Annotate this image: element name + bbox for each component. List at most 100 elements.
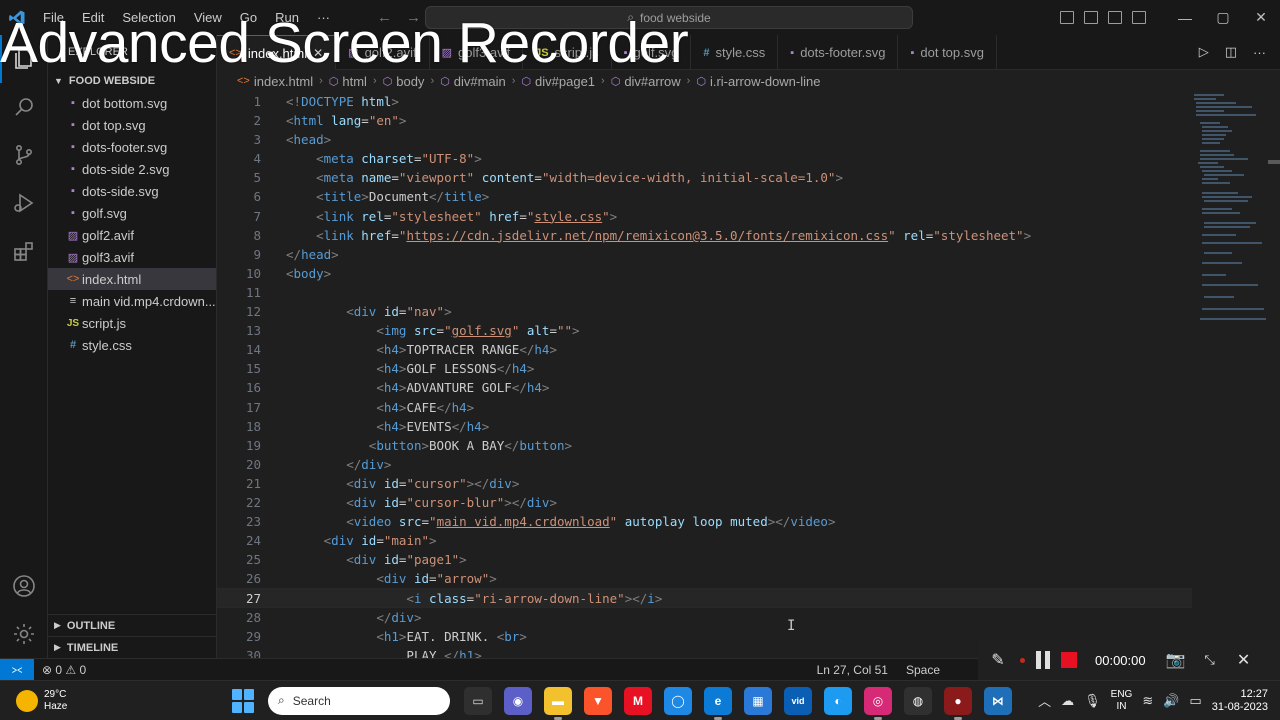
code-line[interactable]: 5 <meta name="viewport" content="width=d… xyxy=(217,168,1192,187)
toggle-panel-icon[interactable] xyxy=(1084,11,1098,24)
code-line[interactable]: 24 <div id="main"> xyxy=(217,531,1192,550)
code-line[interactable]: 21 <div id="cursor"></div> xyxy=(217,474,1192,493)
command-center-search[interactable]: ⌕ food webside xyxy=(425,6,913,29)
code-line[interactable]: 4 <meta charset="UTF-8"> xyxy=(217,149,1192,168)
pause-button[interactable] xyxy=(1035,651,1051,669)
remote-indicator-icon[interactable]: ⪥ xyxy=(0,658,34,681)
minimize-recorder-icon[interactable]: ⤡ xyxy=(1198,648,1222,672)
close-tab-icon[interactable]: ✕ xyxy=(313,46,323,60)
file-item[interactable]: ▪ dots-side.svg xyxy=(48,180,216,202)
cursor-position[interactable]: Ln 27, Col 51 xyxy=(817,663,888,677)
toggle-secondary-sidebar-icon[interactable] xyxy=(1108,11,1122,24)
file-item[interactable]: JS script.js xyxy=(48,312,216,334)
explorer-icon[interactable] xyxy=(0,35,48,83)
onedrive-cloud-icon[interactable]: ☁ xyxy=(1061,693,1074,709)
code-line[interactable]: 10 <body> xyxy=(217,264,1192,283)
run-file-icon[interactable]: ▷ xyxy=(1199,44,1209,60)
code-line[interactable]: 15 <h4>GOLF LESSONS</h4> xyxy=(217,359,1192,378)
close-recorder-icon[interactable]: ✕ xyxy=(1232,648,1256,672)
back-arrow-icon[interactable]: ← xyxy=(377,9,392,26)
breadcrumb-item[interactable]: div#page1 xyxy=(535,74,595,89)
file-item[interactable]: ▪ dot top.svg xyxy=(48,114,216,136)
file-item[interactable]: ▨ golf2.avif xyxy=(48,224,216,246)
forward-arrow-icon[interactable]: → xyxy=(406,9,421,26)
mcafee-icon[interactable]: M xyxy=(624,686,652,715)
timeline-section[interactable]: ▶ TIMELINE xyxy=(48,636,217,658)
file-item[interactable]: ▪ dots-side 2.svg xyxy=(48,158,216,180)
file-item[interactable]: ▪ dot bottom.svg xyxy=(48,92,216,114)
scrollbar-thumb[interactable] xyxy=(1268,160,1280,164)
menu-item[interactable]: ··· xyxy=(308,0,339,35)
code-line[interactable]: 16 <h4>ADVANTURE GOLF</h4> xyxy=(217,378,1192,397)
file-item[interactable]: ≡ main vid.mp4.crdown... xyxy=(48,290,216,312)
code-line[interactable]: 9 </head> xyxy=(217,245,1192,264)
search-icon[interactable] xyxy=(0,83,48,131)
pen-draw-icon[interactable]: ✎ xyxy=(986,648,1010,672)
editor-tab[interactable]: <> index.html ✕ xyxy=(217,35,337,70)
editor-tab[interactable]: ▪ dot top.svg xyxy=(898,35,997,70)
code-line[interactable]: 26 <div id="arrow"> xyxy=(217,569,1192,588)
code-line[interactable]: 2 <html lang="en"> xyxy=(217,111,1192,130)
breadcrumb-item[interactable]: html xyxy=(342,74,367,89)
vidmate-icon[interactable]: vid xyxy=(784,686,812,715)
store-icon[interactable]: ▦ xyxy=(744,686,772,715)
indentation-status[interactable]: Space xyxy=(906,663,940,677)
code-line[interactable]: 13 <img src="golf.svg" alt=""> xyxy=(217,321,1192,340)
menu-item[interactable]: View xyxy=(185,0,231,35)
minimize-button[interactable]: — xyxy=(1166,10,1204,26)
brave-browser-icon[interactable]: ▼ xyxy=(584,686,612,715)
code-line[interactable]: 27 <i class="ri-arrow-down-line"></i> xyxy=(217,588,1192,608)
code-line[interactable]: 8 <link href="https://cdn.jsdelivr.net/n… xyxy=(217,226,1192,245)
file-item[interactable]: ▪ dots-footer.svg xyxy=(48,136,216,158)
breadcrumb-item[interactable]: div#arrow xyxy=(624,74,680,89)
code-line[interactable]: 22 <div id="cursor-blur"></div> xyxy=(217,493,1192,512)
code-line[interactable]: 1 <!DOCTYPE html> xyxy=(217,92,1192,111)
breadcrumb-item[interactable]: div#main xyxy=(454,74,506,89)
instagram-icon[interactable]: ◎ xyxy=(864,686,892,720)
wifi-icon[interactable]: ≋ xyxy=(1142,693,1153,709)
code-line[interactable]: 3 <head> xyxy=(217,130,1192,149)
chevron-up-icon[interactable]: ︿ xyxy=(1038,691,1051,710)
code-line[interactable]: 14 <h4>TOPTRACER RANGE</h4> xyxy=(217,340,1192,359)
file-item[interactable]: # style.css xyxy=(48,334,216,356)
editor-tab[interactable]: ▪ golf.svg xyxy=(612,35,692,70)
manage-gear-icon[interactable] xyxy=(0,610,48,658)
screen-recorder-app-icon[interactable]: ● xyxy=(944,686,972,720)
file-explorer-icon[interactable]: ▬ xyxy=(544,686,572,720)
camera-icon[interactable]: 📷 xyxy=(1164,648,1188,672)
close-window-button[interactable]: ✕ xyxy=(1242,9,1280,26)
code-line[interactable]: 23 <video src="main vid.mp4.crdownload" … xyxy=(217,512,1192,531)
teams-chat-icon[interactable]: ◉ xyxy=(504,686,532,715)
editor-tab[interactable]: ▪ dots-footer.svg xyxy=(778,35,899,70)
code-line[interactable]: 28 </div> xyxy=(217,608,1192,627)
outline-section[interactable]: ▶ OUTLINE xyxy=(48,614,217,636)
toggle-primary-sidebar-icon[interactable] xyxy=(1060,11,1074,24)
accounts-icon[interactable] xyxy=(0,562,48,610)
task-view-icon[interactable]: ▭ xyxy=(464,686,492,715)
breadcrumb-item[interactable]: i.ri-arrow-down-line xyxy=(710,74,821,89)
clock[interactable]: 12:27 31-08-2023 xyxy=(1212,688,1268,714)
browser-app-icon[interactable]: ◐ xyxy=(824,686,852,715)
folder-header[interactable]: ▼ FOOD WEBSIDE xyxy=(48,70,216,92)
menu-item[interactable]: File xyxy=(34,0,73,35)
battery-icon[interactable]: ▭ xyxy=(1189,693,1201,709)
customize-layout-icon[interactable] xyxy=(1132,11,1146,24)
code-line[interactable]: 18 <h4>EVENTS</h4> xyxy=(217,417,1192,436)
extensions-icon[interactable] xyxy=(0,227,48,275)
circle-app-icon[interactable]: ◯ xyxy=(664,686,692,715)
start-button-icon[interactable] xyxy=(232,688,256,713)
code-line[interactable]: 17 <h4>CAFE</h4> xyxy=(217,398,1192,417)
obs-icon[interactable]: ◍ xyxy=(904,686,932,715)
problems-indicator[interactable]: ⊗ 0 ⚠ 0 xyxy=(42,663,86,677)
volume-icon[interactable]: 🔊 xyxy=(1163,693,1179,709)
code-line[interactable]: 7 <link rel="stylesheet" href="style.css… xyxy=(217,207,1192,226)
weather-widget[interactable]: 29°C Haze xyxy=(0,689,230,713)
breadcrumb-item[interactable]: body xyxy=(396,74,424,89)
edge-browser-icon[interactable]: e xyxy=(704,686,732,720)
editor-tab[interactable]: ▨ golf3.avif xyxy=(430,35,524,70)
stop-button[interactable] xyxy=(1061,652,1077,668)
code-line[interactable]: 20 </div> xyxy=(217,455,1192,474)
code-line[interactable]: 11 xyxy=(217,283,1192,302)
code-editor[interactable]: 1 <!DOCTYPE html> 2 <html lang="en"> 3 <head>… xyxy=(217,92,1192,658)
file-item[interactable]: ▪ golf.svg xyxy=(48,202,216,224)
